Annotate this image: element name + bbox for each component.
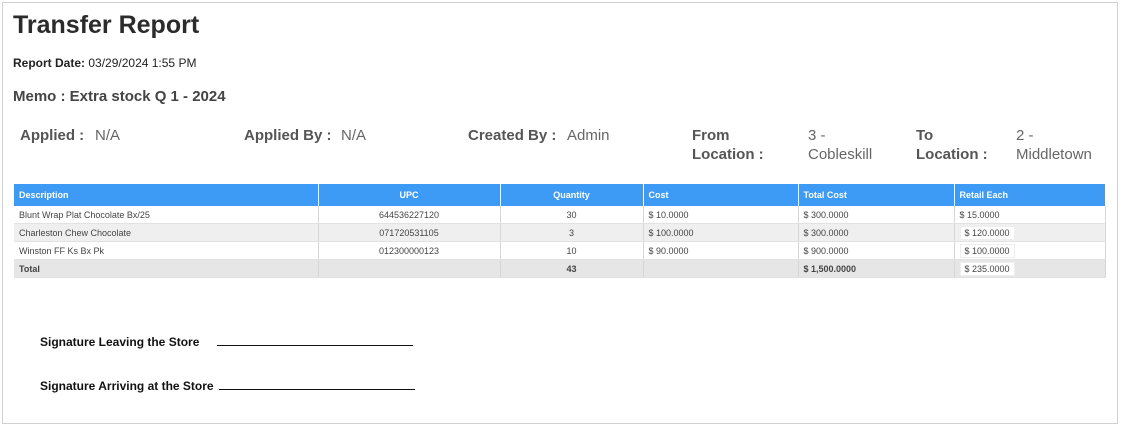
cell-upc: 012300000123 bbox=[318, 241, 501, 260]
to-location-value-line1: 2 - bbox=[1016, 127, 1034, 144]
table-row: Winston FF Ks Bx Pk 012300000123 10 $ 90… bbox=[14, 241, 1106, 260]
cell-upc: 071720531105 bbox=[318, 223, 501, 242]
cell-quantity: 3 bbox=[500, 223, 644, 242]
cell-total-cost: $ 300.0000 bbox=[798, 206, 955, 224]
from-location-label: From Location : bbox=[692, 126, 764, 164]
column-header-total-cost: Total Cost bbox=[798, 184, 955, 206]
cell-total-cost: $ 900.0000 bbox=[798, 241, 955, 260]
cell-retail-each: $ 15.0000 bbox=[954, 206, 1106, 224]
report-date: Report Date: 03/29/2024 1:55 PM bbox=[13, 56, 196, 70]
applied-by-label: Applied By : bbox=[244, 127, 332, 144]
cell-cost: $ 10.0000 bbox=[643, 206, 799, 224]
from-location-value-line1: 3 - bbox=[808, 127, 826, 144]
transfer-items-table: Description UPC Quantity Cost Total Cost… bbox=[14, 184, 1106, 278]
report-date-label: Report Date: bbox=[13, 56, 86, 70]
signature-arriving: Signature Arriving at the Store bbox=[40, 377, 415, 393]
cell-cost: $ 90.0000 bbox=[643, 241, 799, 260]
table-total-row: Total 43 $ 1,500.0000 $ 235.0000 bbox=[14, 259, 1106, 278]
cell-quantity: 30 bbox=[500, 206, 644, 224]
cell-upc: 644536227120 bbox=[318, 206, 501, 224]
created-by-value: Admin bbox=[567, 127, 610, 144]
signature-leaving: Signature Leaving the Store bbox=[40, 333, 413, 349]
from-location-label-line1: From bbox=[692, 127, 730, 144]
from-location-value: 3 - Cobleskill bbox=[808, 126, 872, 164]
from-location-value-line2: Cobleskill bbox=[808, 146, 873, 163]
cell-description: Blunt Wrap Plat Chocolate Bx/25 bbox=[14, 206, 319, 224]
to-location-label-line1: To bbox=[916, 127, 934, 144]
applied-label: Applied : bbox=[20, 127, 85, 144]
page-title: Transfer Report bbox=[13, 11, 200, 39]
table-row: Blunt Wrap Plat Chocolate Bx/25 64453622… bbox=[14, 206, 1106, 224]
cell-total-cost-empty bbox=[643, 259, 799, 278]
signature-arriving-label: Signature Arriving at the Store bbox=[40, 379, 214, 393]
cell-description: Winston FF Ks Bx Pk bbox=[14, 241, 319, 260]
signature-leaving-label: Signature Leaving the Store bbox=[40, 335, 200, 349]
retail-each-value: $ 100.0000 bbox=[959, 243, 1015, 258]
table-header-row: Description UPC Quantity Cost Total Cost… bbox=[14, 184, 1106, 206]
cell-total-label: Total bbox=[14, 259, 319, 278]
created-by-label: Created By : bbox=[468, 127, 557, 144]
to-location-label: To Location : bbox=[916, 126, 988, 164]
cell-retail-each: $ 120.0000 bbox=[954, 223, 1106, 242]
cell-total-total-cost: $ 1,500.0000 bbox=[798, 259, 955, 278]
signature-arriving-line bbox=[218, 377, 415, 390]
cell-total-cost: $ 300.0000 bbox=[798, 223, 955, 242]
cell-total-retail-each: $ 235.0000 bbox=[954, 259, 1106, 278]
from-location-label-line2: Location : bbox=[692, 146, 764, 163]
cell-quantity: 10 bbox=[500, 241, 644, 260]
memo: Memo : Extra stock Q 1 - 2024 bbox=[13, 88, 226, 105]
cell-retail-each: $ 100.0000 bbox=[954, 241, 1106, 260]
column-header-upc: UPC bbox=[318, 184, 501, 206]
to-location-value-line2: Middletown bbox=[1016, 146, 1092, 163]
column-header-quantity: Quantity bbox=[500, 184, 644, 206]
signature-leaving-line bbox=[216, 333, 413, 346]
column-header-description: Description bbox=[14, 184, 319, 206]
applied-by-value: N/A bbox=[341, 127, 367, 144]
retail-each-value: $ 120.0000 bbox=[959, 225, 1015, 240]
to-location-value: 2 - Middletown bbox=[1016, 126, 1092, 164]
total-retail-each-value: $ 235.0000 bbox=[959, 261, 1015, 276]
report-date-value: 03/29/2024 1:55 PM bbox=[88, 56, 197, 70]
applied-value: N/A bbox=[95, 127, 121, 144]
to-location-label-line2: Location : bbox=[916, 146, 988, 163]
cell-cost: $ 100.0000 bbox=[643, 223, 799, 242]
column-header-retail-each: Retail Each bbox=[954, 184, 1106, 206]
table-row: Charleston Chew Chocolate 071720531105 3… bbox=[14, 223, 1106, 242]
column-header-cost: Cost bbox=[643, 184, 799, 206]
cell-total-quantity: 43 bbox=[500, 259, 644, 278]
cell-description: Charleston Chew Chocolate bbox=[14, 223, 319, 242]
cell-total-upc bbox=[318, 259, 501, 278]
